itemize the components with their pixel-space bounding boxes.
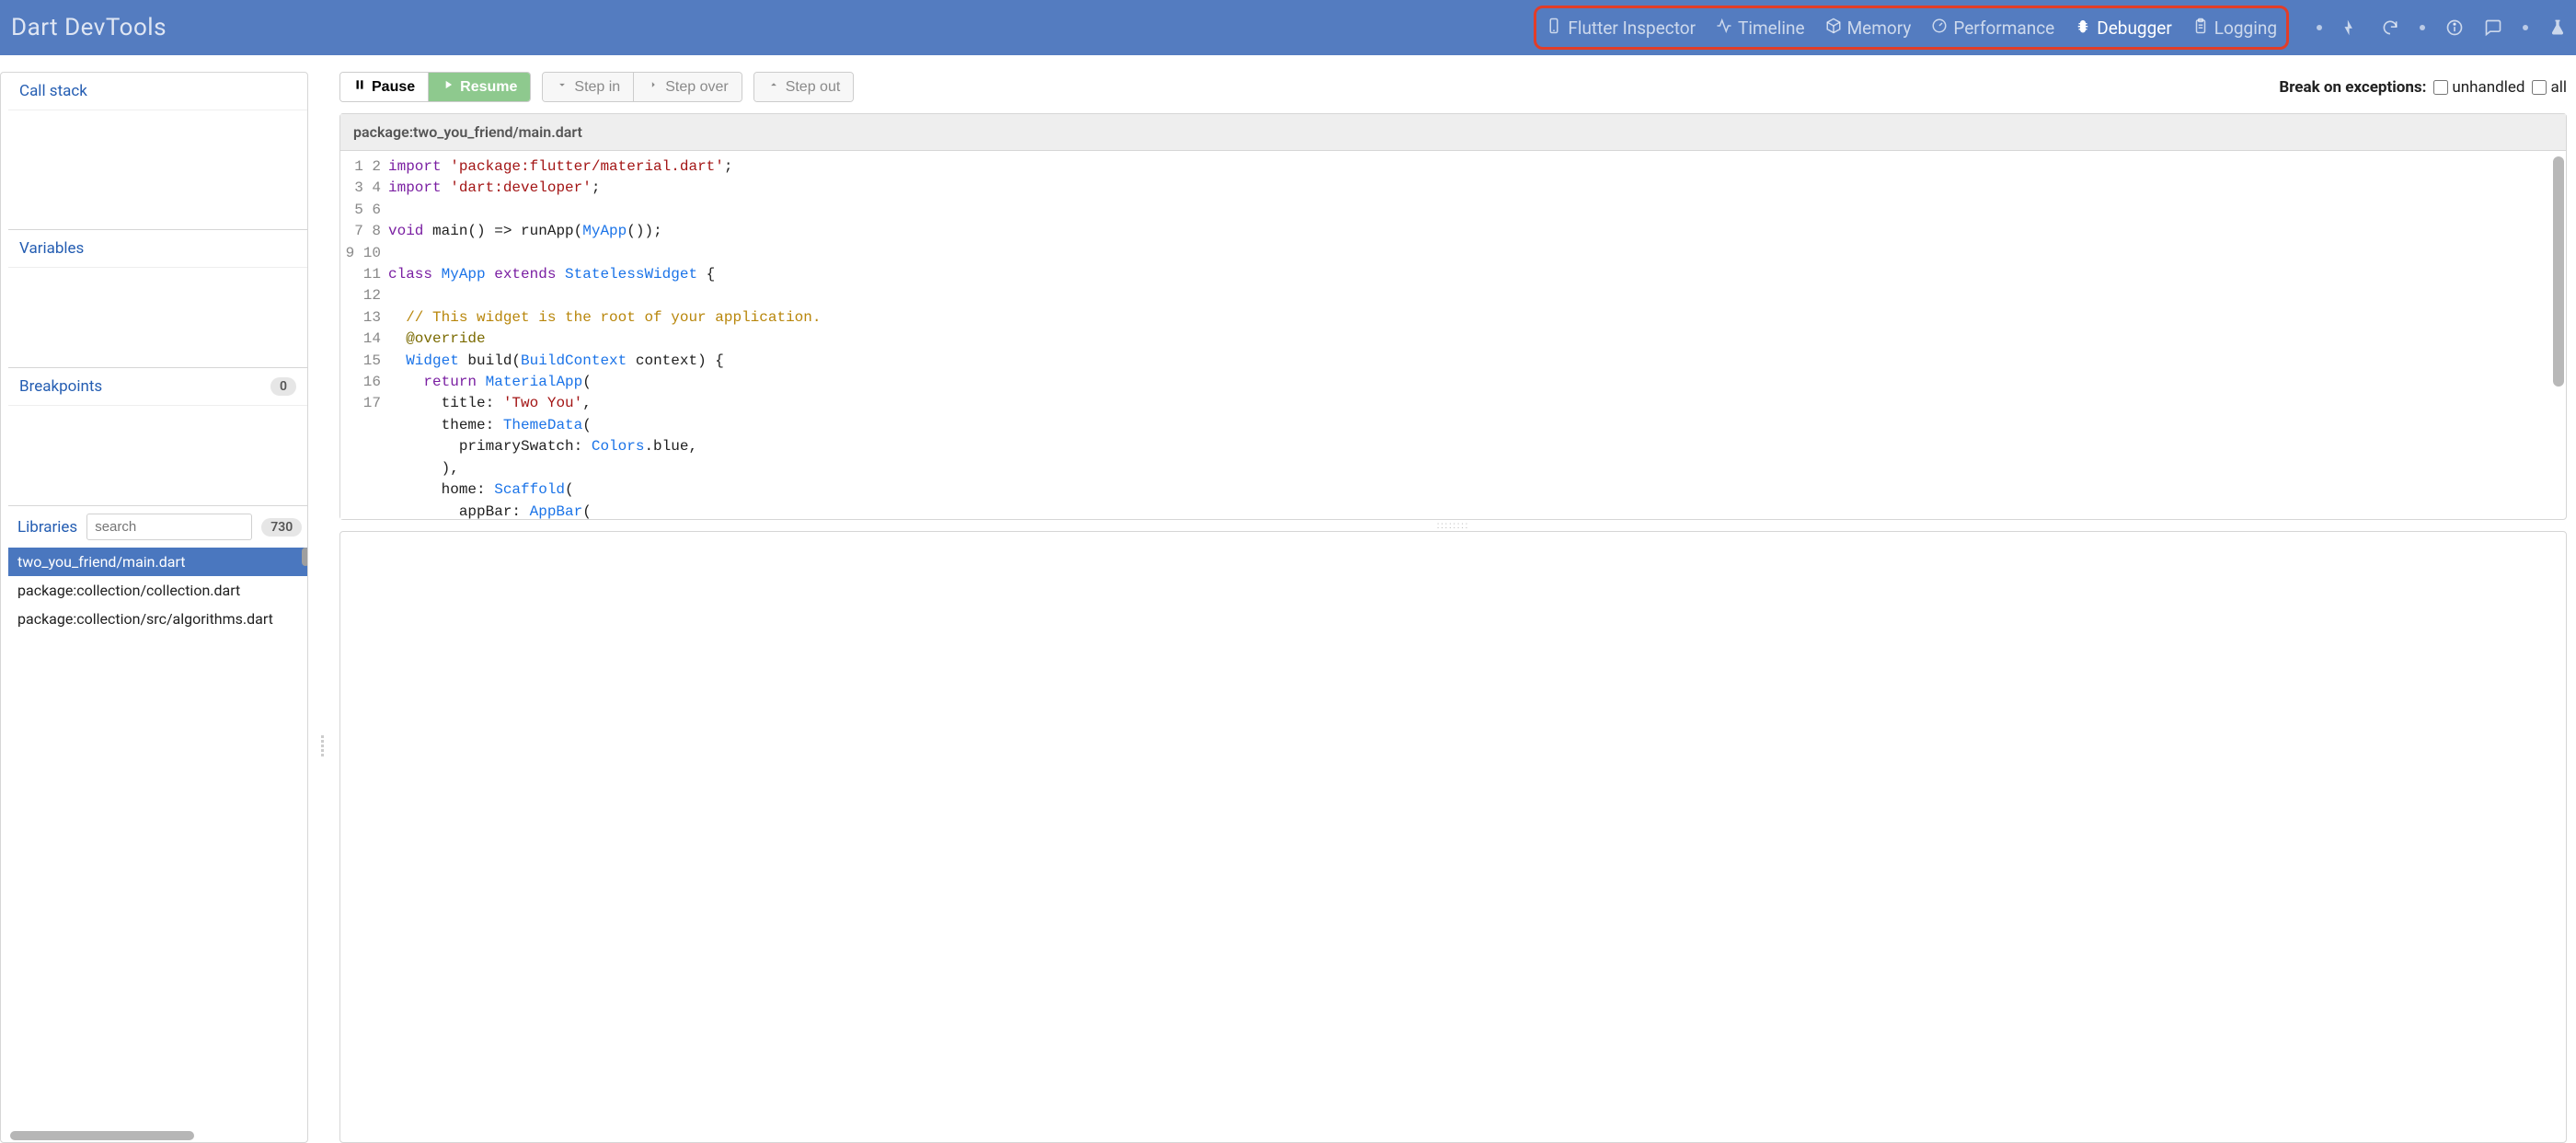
pause-resume-group: Pause Resume xyxy=(339,72,531,102)
app-header: Dart DevTools Flutter Inspector Timeline M… xyxy=(0,0,2576,55)
call-stack-title: Call stack xyxy=(19,82,87,100)
tab-label: Flutter Inspector xyxy=(1568,17,1696,39)
divider-dot xyxy=(2317,25,2322,30)
chevron-down-icon xyxy=(556,78,569,96)
horizontal-splitter[interactable]: :::::::: xyxy=(339,520,2567,531)
pause-button[interactable]: Pause xyxy=(340,73,428,101)
libraries-section: Libraries 730 two_you_friend/main.dartpa… xyxy=(8,505,307,1142)
breakpoints-body xyxy=(8,406,307,505)
code-content[interactable]: import 'package:flutter/material.dart'; … xyxy=(388,151,2566,519)
libraries-list[interactable]: two_you_friend/main.dartpackage:collecti… xyxy=(8,548,307,1129)
break-on-exceptions: Break on exceptions: unhandled all xyxy=(2279,78,2567,97)
all-checkbox-label[interactable]: all xyxy=(2532,78,2567,97)
resume-button[interactable]: Resume xyxy=(428,73,530,101)
unhandled-text: unhandled xyxy=(2452,78,2524,97)
flask-icon[interactable] xyxy=(2548,18,2567,37)
bug-icon xyxy=(2075,17,2091,39)
library-item[interactable]: package:collection/collection.dart xyxy=(8,576,307,605)
tab-performance[interactable]: Performance xyxy=(1931,17,2054,39)
tab-label: Logging xyxy=(2214,17,2277,39)
code-area[interactable]: 1 2 3 4 5 6 7 8 9 10 11 12 13 14 15 16 1… xyxy=(340,151,2566,519)
play-icon xyxy=(442,78,454,96)
clipboard-icon xyxy=(2192,17,2209,39)
step-over-button[interactable]: Step over xyxy=(633,73,741,101)
main-area: Call stack Variables Breakpoints 0 Libra… xyxy=(0,55,2576,1143)
libraries-search-input[interactable] xyxy=(86,514,252,540)
variables-section: Variables xyxy=(8,229,307,367)
step-out-label: Step out xyxy=(786,79,841,96)
phone-icon xyxy=(1546,17,1562,39)
breakpoints-header[interactable]: Breakpoints 0 xyxy=(8,368,307,406)
breakpoints-count: 0 xyxy=(270,377,296,396)
hot-reload-icon[interactable] xyxy=(2342,18,2361,37)
tab-memory[interactable]: Memory xyxy=(1825,17,1912,39)
breakpoints-section: Breakpoints 0 xyxy=(8,367,307,505)
libraries-title: Libraries xyxy=(17,518,77,537)
variables-header[interactable]: Variables xyxy=(8,230,307,268)
unhandled-checkbox[interactable] xyxy=(2433,80,2448,95)
libraries-count: 730 xyxy=(261,518,302,537)
step-in-button[interactable]: Step in xyxy=(543,73,633,101)
chevron-right-icon xyxy=(647,78,660,96)
step-out-group: Step out xyxy=(753,72,855,102)
variables-body xyxy=(8,268,307,367)
feedback-icon[interactable] xyxy=(2484,18,2502,37)
tab-timeline[interactable]: Timeline xyxy=(1716,17,1805,39)
line-gutter: 1 2 3 4 5 6 7 8 9 10 11 12 13 14 15 16 1… xyxy=(340,151,388,519)
header-actions xyxy=(2317,18,2567,37)
scrollbar-thumb[interactable] xyxy=(302,548,307,566)
resume-label: Resume xyxy=(460,79,517,96)
source-frame: package:two_you_friend/main.dart 1 2 3 4… xyxy=(339,113,2567,520)
pause-icon xyxy=(353,78,366,96)
library-item[interactable]: package:collection/src/algorithms.dart xyxy=(8,605,307,633)
step-in-label: Step in xyxy=(574,79,620,96)
pause-label: Pause xyxy=(372,79,415,96)
hot-restart-icon[interactable] xyxy=(2381,18,2399,37)
call-stack-header[interactable]: Call stack xyxy=(8,73,307,110)
tab-logging[interactable]: Logging xyxy=(2192,17,2277,39)
all-text: all xyxy=(2550,78,2567,97)
tab-label: Timeline xyxy=(1738,17,1805,39)
libraries-header: Libraries 730 xyxy=(8,506,307,548)
gauge-icon xyxy=(1931,17,1948,39)
package-icon xyxy=(1825,17,1842,39)
scrollbar-thumb[interactable] xyxy=(2553,156,2564,387)
step-out-button[interactable]: Step out xyxy=(754,73,854,101)
console-pane[interactable] xyxy=(339,531,2567,1143)
break-on-label: Break on exceptions: xyxy=(2279,78,2426,97)
divider-dot xyxy=(2523,25,2528,30)
column-resize-grip[interactable] xyxy=(321,459,327,756)
debug-toolbar: Pause Resume Step in Step over xyxy=(339,72,2567,102)
horizontal-scrollbar[interactable] xyxy=(10,1131,194,1140)
info-icon[interactable] xyxy=(2445,18,2464,37)
right-panel: Pause Resume Step in Step over xyxy=(339,72,2576,1143)
tab-label: Memory xyxy=(1847,17,1912,39)
breakpoints-title: Breakpoints xyxy=(19,377,102,396)
divider-dot xyxy=(2420,25,2425,30)
chevron-up-icon xyxy=(767,78,780,96)
call-stack-body xyxy=(8,110,307,229)
tab-debugger[interactable]: Debugger xyxy=(2075,17,2172,39)
step-over-label: Step over xyxy=(665,79,728,96)
all-checkbox[interactable] xyxy=(2532,80,2547,95)
call-stack-section: Call stack xyxy=(8,73,307,229)
unhandled-checkbox-label[interactable]: unhandled xyxy=(2433,78,2524,97)
tab-label: Debugger xyxy=(2097,17,2172,39)
app-title: Dart DevTools xyxy=(9,14,167,41)
waveform-icon xyxy=(1716,17,1732,39)
source-path: package:two_you_friend/main.dart xyxy=(340,114,2566,151)
step-group: Step in Step over xyxy=(542,72,742,102)
left-panel: Call stack Variables Breakpoints 0 Libra… xyxy=(0,72,308,1143)
tab-label: Performance xyxy=(1953,17,2054,39)
variables-title: Variables xyxy=(19,239,84,258)
nav-tabs-highlight: Flutter Inspector Timeline Memory Performan… xyxy=(1534,6,2289,50)
tab-flutter-inspector[interactable]: Flutter Inspector xyxy=(1546,17,1696,39)
library-item[interactable]: two_you_friend/main.dart xyxy=(8,548,307,576)
